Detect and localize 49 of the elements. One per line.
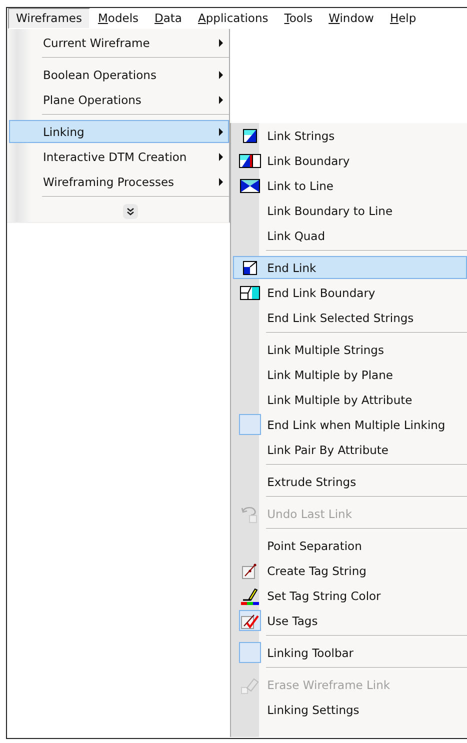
eraser-icon [240,676,259,694]
menu-item[interactable]: End Link [233,256,467,279]
menu-item[interactable]: Interactive DTM Creation [9,145,230,168]
envelope-icon [240,178,260,192]
submenu-arrow-icon [219,38,224,46]
menu-item[interactable]: Current Wireframe [9,31,230,54]
menu-item[interactable]: Linking Toolbar [233,641,467,664]
menu-item[interactable]: Link Multiple by Plane [233,363,467,386]
menu-item[interactable]: Point Separation [233,534,467,557]
menu-item[interactable]: Link Multiple by Attribute [233,388,467,411]
submenu-arrow-icon [219,96,224,104]
menu-item[interactable]: Set Tag String Color [233,584,467,607]
menu-item[interactable]: Link to Line [233,174,467,197]
menu-bar-item[interactable]: Data [146,8,190,29]
menu-item[interactable]: Link Quad [233,224,467,247]
menu-item[interactable]: Extrude Strings [233,470,467,493]
menu-bar-item[interactable]: Help [382,8,424,29]
menu-bar-item[interactable]: Tools [276,8,321,29]
menu-item[interactable]: Link Pair By Attribute [233,438,467,461]
submenu-arrow-icon [219,152,224,160]
end-link-boundary-icon [240,286,260,300]
submenu-arrow-icon [219,178,224,186]
menu-item[interactable]: Link Strings [233,124,467,147]
menu-item[interactable]: Use Tags [233,609,467,632]
undo-icon [240,504,259,522]
menu-item[interactable]: End Link Boundary [233,281,467,304]
link-strings-icon [242,128,257,142]
menu-bar-item[interactable]: Models [90,8,147,29]
submenu-arrow-icon [219,70,224,78]
menu-item[interactable]: End Link when Multiple Linking [233,413,467,436]
tag-string-icon [242,562,258,578]
menu-item[interactable]: Plane Operations [9,88,230,111]
menu-item[interactable]: Link Boundary [233,149,467,172]
menu-bar-item[interactable]: Applications [190,8,276,29]
link-boundary-icon [238,154,261,168]
menu-item[interactable]: Boolean Operations [9,63,230,86]
menu-item[interactable]: End Link Selected Strings [233,306,467,329]
expand-chevron-icon[interactable] [123,204,138,219]
menu-item[interactable]: Link Multiple Strings [233,338,467,361]
pencil-color-icon [240,586,259,606]
menu-bar-item[interactable]: Wireframes [8,8,90,29]
menu-item[interactable]: Create Tag String [233,559,467,582]
submenu-arrow-icon [219,128,224,136]
menu-item[interactable]: Link Boundary to Line [233,199,467,222]
menu-item[interactable]: Linking Settings [233,698,467,721]
menu-bar-item[interactable]: Window [320,8,382,29]
end-link-icon [242,260,257,274]
menu-item[interactable]: Linking [9,120,230,143]
menu-item[interactable]: Wireframing Processes [9,170,230,193]
